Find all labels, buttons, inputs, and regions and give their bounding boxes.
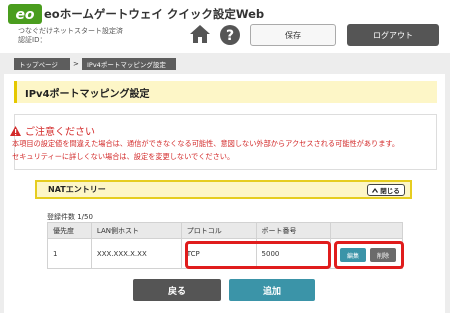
help-icon[interactable]: ? <box>219 24 241 46</box>
breadcrumb-item-current: IPv4ポートマッピング設定 <box>82 58 176 70</box>
save-button[interactable]: 保存 <box>250 24 336 46</box>
home-icon[interactable] <box>189 24 211 44</box>
page-title: IPv4ポートマッピング設定 <box>25 88 150 100</box>
collapse-button[interactable]: 閉じる <box>367 184 405 196</box>
cell-lan-host: XXX.XXX.X.XX <box>90 238 182 269</box>
nat-section-header: NATエントリー <box>35 180 412 199</box>
back-button[interactable]: 戻る <box>133 279 221 301</box>
caution-heading-text: ご注意ください <box>25 127 95 138</box>
add-button[interactable]: 追加 <box>229 279 315 301</box>
cell-port: 5000 <box>255 238 332 269</box>
svg-text:?: ? <box>226 28 234 44</box>
chevron-up-icon <box>372 187 379 193</box>
logo-text: eo <box>15 7 34 23</box>
nat-section-title: NATエントリー <box>48 185 106 194</box>
cell-protocol: TCP <box>180 238 257 269</box>
cell-priority: 1 <box>47 238 92 269</box>
caution-text-1: 本項目の設定値を間違えた場合は、通信ができなくなる可能性、意図しない外部からアク… <box>12 139 400 148</box>
collapse-button-label: 閉じる <box>380 187 400 195</box>
page-title-box: IPv4ポートマッピング設定 <box>14 81 437 103</box>
edit-button[interactable]: 編集 <box>340 248 366 262</box>
column-header-protocol: プロトコル <box>180 222 257 239</box>
breadcrumb-item-top[interactable]: トップページ <box>14 58 70 70</box>
app-header: eo eoホームゲートウェイ クイック設定Web つなぐだけネットスタート設定済… <box>0 0 450 50</box>
warning-icon <box>10 125 21 136</box>
column-header-port: ポート番号 <box>255 222 332 239</box>
app-title: eoホームゲートウェイ クイック設定Web <box>44 7 265 21</box>
column-header-actions <box>330 222 403 239</box>
delete-button[interactable]: 削除 <box>370 248 396 262</box>
column-header-priority: 優先度 <box>47 222 92 239</box>
logout-button[interactable]: ログアウト <box>347 24 439 46</box>
entry-count: 登録件数 1/50 <box>47 213 93 221</box>
caution-text-2: セキュリティーに詳しくない場合は、設定を変更しないでください。 <box>12 152 235 161</box>
column-header-lan-host: LAN側ホスト <box>90 222 182 239</box>
eo-logo: eo <box>8 4 42 24</box>
auth-id-label: 認証ID： <box>18 36 47 44</box>
table-header-row: 優先度 LAN側ホスト プロトコル ポート番号 <box>47 222 403 239</box>
breadcrumb-separator: > <box>73 60 79 68</box>
caution-heading: ご注意ください <box>10 123 95 138</box>
